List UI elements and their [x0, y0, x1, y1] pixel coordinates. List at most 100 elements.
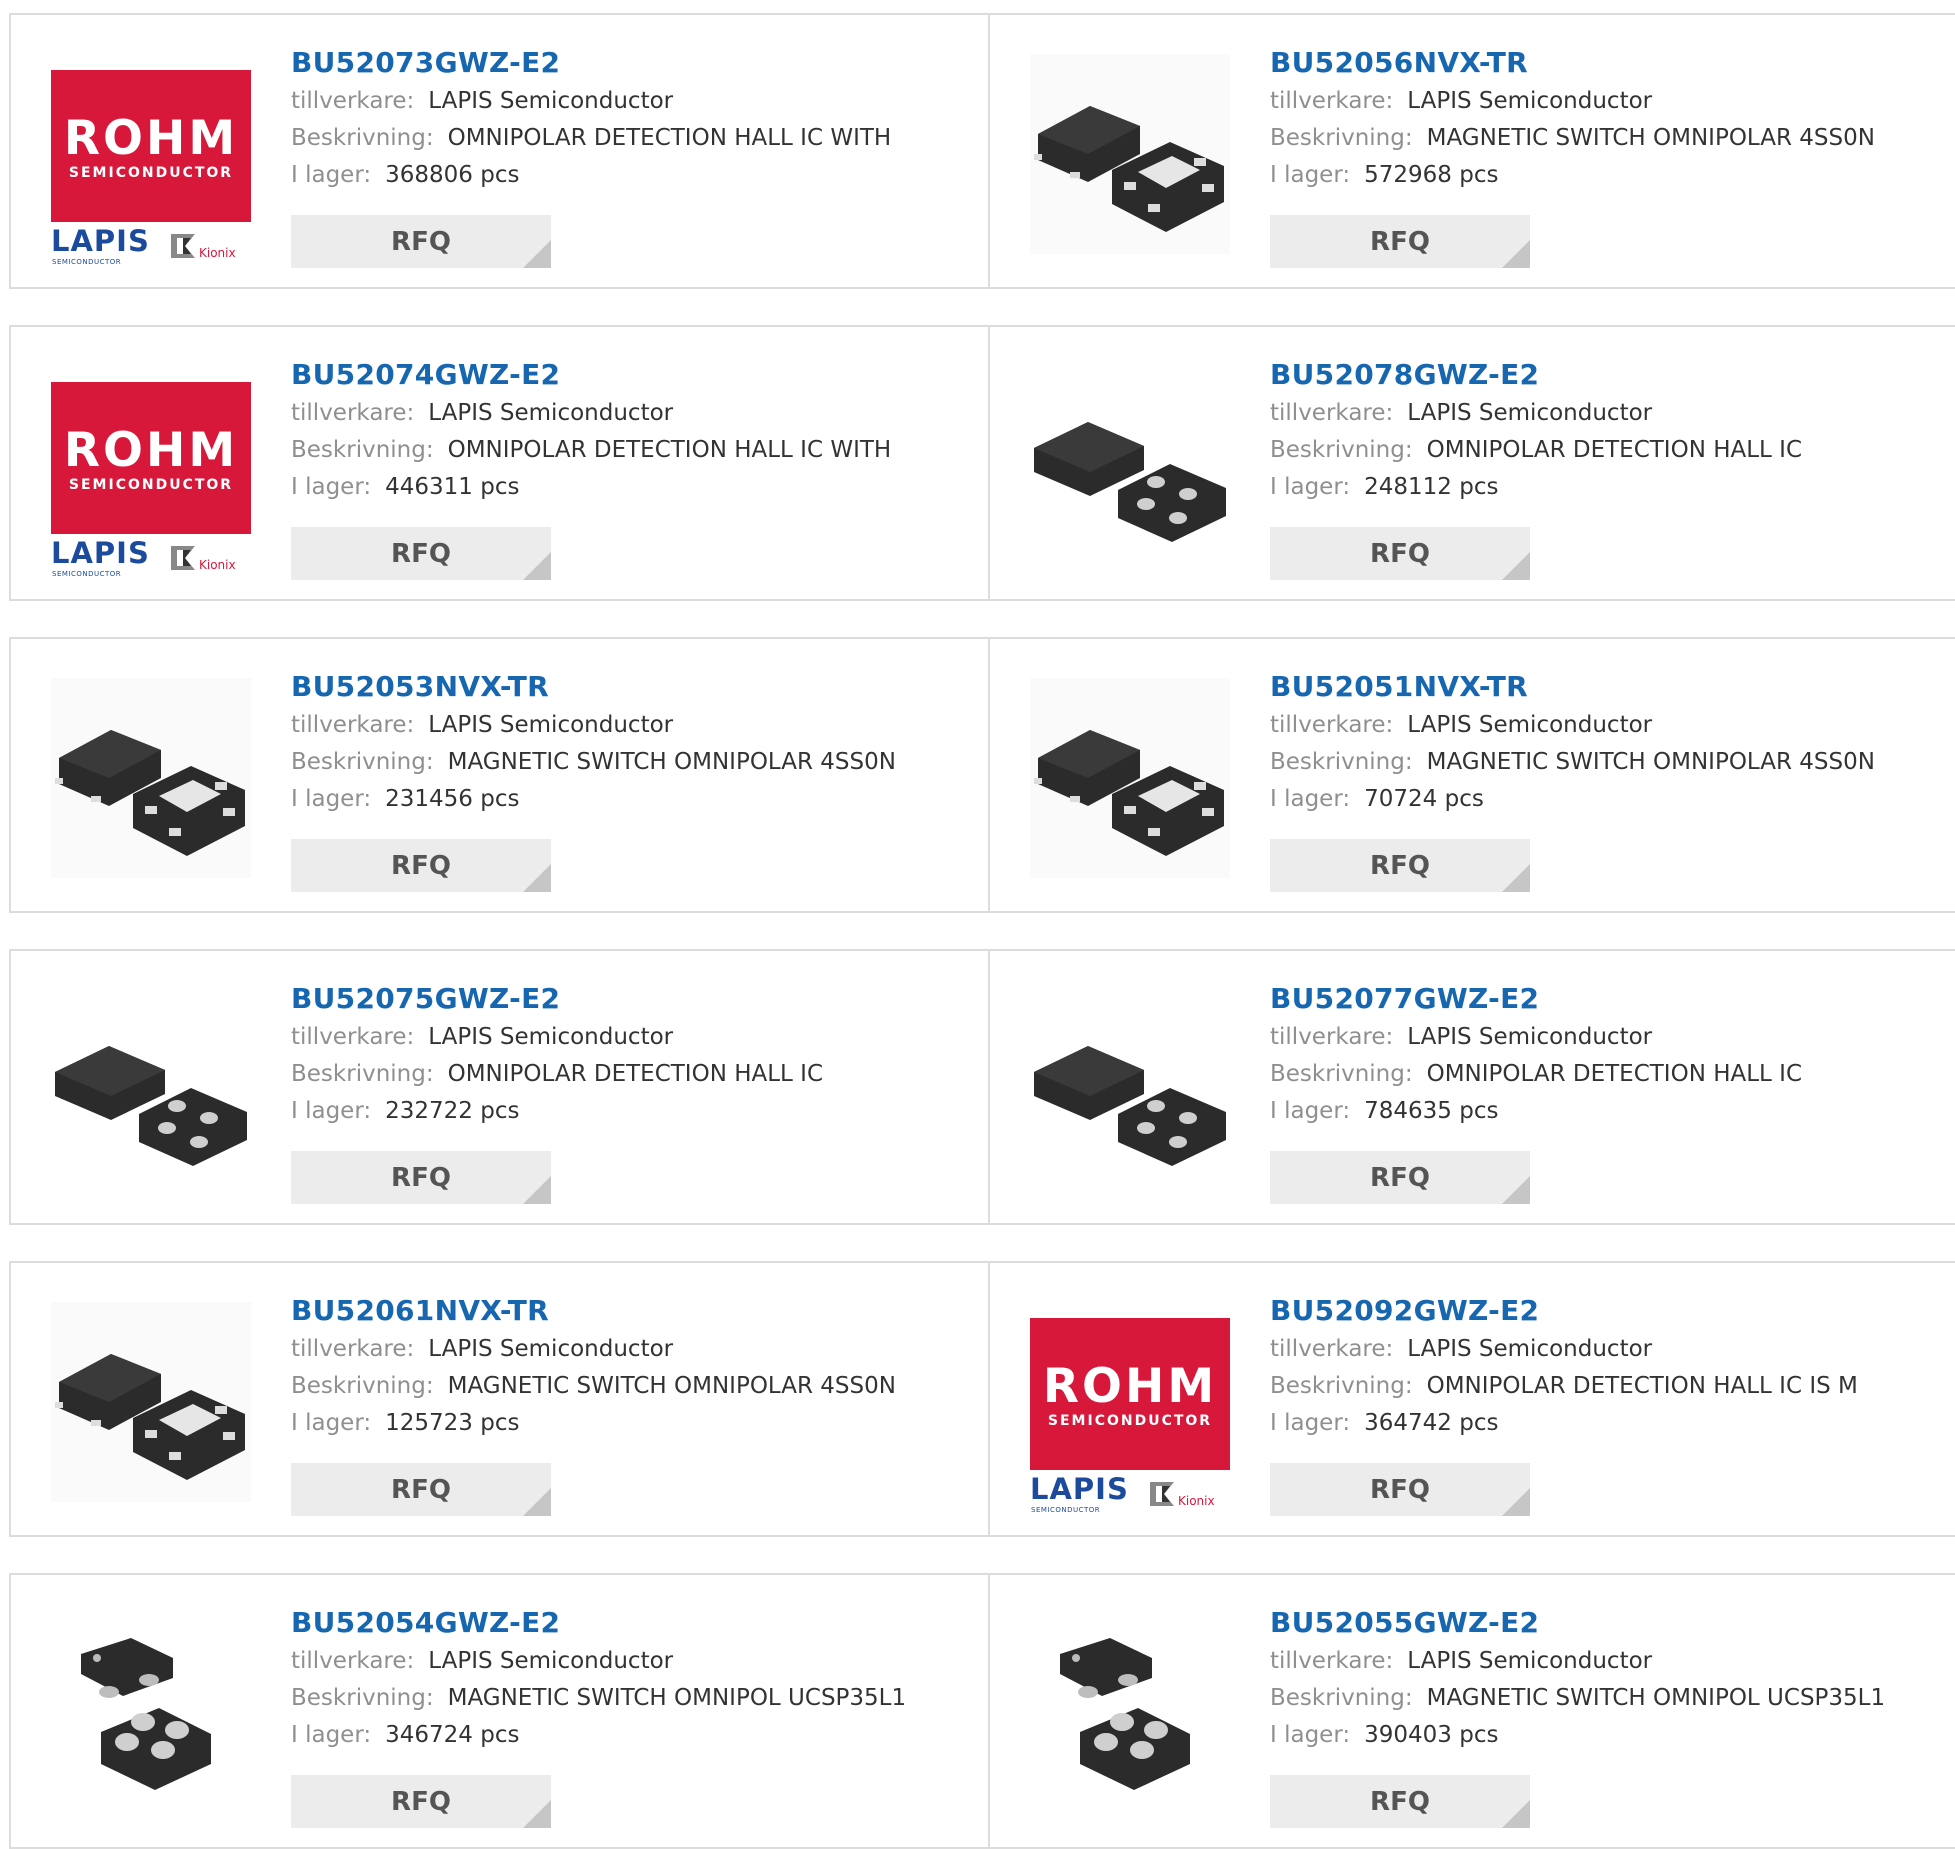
- product-thumbnail[interactable]: ROHM SEMICONDUCTOR LAPIS SEMICONDUCTOR K…: [51, 54, 251, 266]
- product-info: BU52055GWZ-E2 tillverkare: LAPIS Semicond…: [1270, 1603, 1950, 1754]
- logo-kionix: Kionix: [199, 558, 236, 572]
- part-number-link[interactable]: BU52061NVX-TR: [291, 1291, 971, 1331]
- stock-line: I lager: 346724 pcs: [291, 1717, 971, 1754]
- product-card: BU52055GWZ-E2 tillverkare: LAPIS Semicond…: [990, 1575, 1955, 1847]
- product-image-icon[interactable]: [51, 678, 251, 882]
- rfq-button[interactable]: RFQ: [1270, 1463, 1530, 1516]
- product-image-icon[interactable]: [51, 990, 251, 1194]
- description-value: MAGNETIC SWITCH OMNIPOLAR 4SS0N: [447, 1373, 896, 1399]
- product-image-icon[interactable]: [1030, 678, 1230, 882]
- product-thumbnail[interactable]: [51, 1302, 251, 1502]
- rfq-button[interactable]: RFQ: [1270, 1151, 1530, 1204]
- description-label: Beskrivning:: [291, 437, 434, 463]
- description-line: Beskrivning: OMNIPOLAR DETECTION HALL IC …: [291, 432, 971, 469]
- part-number-link[interactable]: BU52056NVX-TR: [1270, 43, 1950, 83]
- product-thumbnail[interactable]: [51, 678, 251, 878]
- product-thumbnail[interactable]: [51, 1614, 251, 1814]
- product-thumbnail[interactable]: [1030, 678, 1230, 878]
- rfq-button[interactable]: RFQ: [1270, 215, 1530, 268]
- product-card: ROHM SEMICONDUCTOR LAPIS SEMICONDUCTOR K…: [990, 1263, 1955, 1535]
- part-number-link[interactable]: BU52092GWZ-E2: [1270, 1291, 1950, 1331]
- manufacturer-value: LAPIS Semiconductor: [428, 1024, 674, 1050]
- part-number-link[interactable]: BU52075GWZ-E2: [291, 979, 971, 1019]
- rfq-label: RFQ: [1370, 1474, 1430, 1505]
- stock-label: I lager:: [1270, 162, 1351, 188]
- manufacturer-line: tillverkare: LAPIS Semiconductor: [1270, 1331, 1950, 1368]
- description-line: Beskrivning: MAGNETIC SWITCH OMNIPOL UCSP…: [291, 1680, 971, 1717]
- stock-line: I lager: 248112 pcs: [1270, 469, 1950, 506]
- stock-label: I lager:: [1270, 1098, 1351, 1124]
- description-label: Beskrivning:: [1270, 1061, 1413, 1087]
- stock-value: 390403 pcs: [1364, 1722, 1499, 1748]
- stock-value: 70724 pcs: [1364, 786, 1484, 812]
- manufacturer-value: LAPIS Semiconductor: [428, 88, 674, 114]
- rfq-button[interactable]: RFQ: [1270, 839, 1530, 892]
- description-line: Beskrivning: MAGNETIC SWITCH OMNIPOLAR 4S…: [291, 1368, 971, 1405]
- product-thumbnail[interactable]: [1030, 366, 1230, 566]
- product-image-icon[interactable]: [51, 1302, 251, 1506]
- product-card: BU52054GWZ-E2 tillverkare: LAPIS Semicond…: [11, 1575, 987, 1847]
- description-line: Beskrivning: OMNIPOLAR DETECTION HALL IC: [1270, 1056, 1950, 1093]
- product-image-icon[interactable]: [1030, 366, 1230, 570]
- part-number-link[interactable]: BU52051NVX-TR: [1270, 667, 1950, 707]
- description-value: OMNIPOLAR DETECTION HALL IC WITH: [447, 437, 892, 463]
- part-number-link[interactable]: BU52074GWZ-E2: [291, 355, 971, 395]
- product-thumbnail[interactable]: [1030, 1614, 1230, 1814]
- stock-label: I lager:: [291, 1098, 372, 1124]
- rfq-label: RFQ: [391, 538, 451, 569]
- stock-line: I lager: 446311 pcs: [291, 469, 971, 506]
- rfq-label: RFQ: [1370, 538, 1430, 569]
- rfq-button[interactable]: RFQ: [291, 1463, 551, 1516]
- rfq-button[interactable]: RFQ: [291, 215, 551, 268]
- manufacturer-label: tillverkare:: [1270, 1024, 1394, 1050]
- rfq-button[interactable]: RFQ: [1270, 527, 1530, 580]
- part-number-link[interactable]: BU52054GWZ-E2: [291, 1603, 971, 1643]
- part-number-link[interactable]: BU52078GWZ-E2: [1270, 355, 1950, 395]
- manufacturer-line: tillverkare: LAPIS Semiconductor: [1270, 83, 1950, 120]
- rfq-button[interactable]: RFQ: [291, 1775, 551, 1828]
- manufacturer-value: LAPIS Semiconductor: [1407, 1336, 1653, 1362]
- rfq-button[interactable]: RFQ: [291, 1151, 551, 1204]
- stock-label: I lager:: [291, 474, 372, 500]
- manufacturer-label: tillverkare:: [1270, 1648, 1394, 1674]
- product-thumbnail[interactable]: ROHM SEMICONDUCTOR LAPIS SEMICONDUCTOR K…: [1030, 1302, 1230, 1514]
- product-thumbnail[interactable]: [1030, 990, 1230, 1190]
- description-line: Beskrivning: MAGNETIC SWITCH OMNIPOL UCSP…: [1270, 1680, 1950, 1717]
- stock-line: I lager: 368806 pcs: [291, 157, 971, 194]
- manufacturer-value: LAPIS Semiconductor: [428, 400, 674, 426]
- product-row: BU52061NVX-TR tillverkare: LAPIS Semicond…: [9, 1261, 1955, 1537]
- part-number-link[interactable]: BU52073GWZ-E2: [291, 43, 971, 83]
- description-label: Beskrivning:: [291, 1373, 434, 1399]
- description-label: Beskrivning:: [291, 1061, 434, 1087]
- manufacturer-value: LAPIS Semiconductor: [1407, 88, 1653, 114]
- description-line: Beskrivning: OMNIPOLAR DETECTION HALL IC …: [1270, 1368, 1950, 1405]
- rohm-logo: ROHM SEMICONDUCTOR: [1030, 1318, 1230, 1470]
- rfq-label: RFQ: [1370, 1162, 1430, 1193]
- product-row: ROHM SEMICONDUCTOR LAPIS SEMICONDUCTOR K…: [9, 13, 1955, 289]
- product-image-icon[interactable]: [51, 1614, 251, 1818]
- product-thumbnail[interactable]: [1030, 54, 1230, 254]
- logo-lapis: LAPIS: [1030, 1472, 1129, 1506]
- logo-lapis-sub: SEMICONDUCTOR: [1031, 1506, 1101, 1514]
- part-number-link[interactable]: BU52077GWZ-E2: [1270, 979, 1950, 1019]
- product-row: ROHM SEMICONDUCTOR LAPIS SEMICONDUCTOR K…: [9, 325, 1955, 601]
- stock-value: 572968 pcs: [1364, 162, 1499, 188]
- product-image-icon[interactable]: [1030, 1614, 1230, 1818]
- rfq-button[interactable]: RFQ: [291, 527, 551, 580]
- logo-lapis: LAPIS: [51, 224, 150, 258]
- product-image-icon[interactable]: [1030, 54, 1230, 258]
- description-value: OMNIPOLAR DETECTION HALL IC: [447, 1061, 824, 1087]
- part-number-link[interactable]: BU52055GWZ-E2: [1270, 1603, 1950, 1643]
- description-label: Beskrivning:: [1270, 749, 1413, 775]
- rfq-button[interactable]: RFQ: [291, 839, 551, 892]
- manufacturer-value: LAPIS Semiconductor: [428, 1648, 674, 1674]
- product-thumbnail[interactable]: [51, 990, 251, 1190]
- manufacturer-value: LAPIS Semiconductor: [428, 712, 674, 738]
- part-number-link[interactable]: BU52053NVX-TR: [291, 667, 971, 707]
- product-thumbnail[interactable]: ROHM SEMICONDUCTOR LAPIS SEMICONDUCTOR K…: [51, 366, 251, 578]
- logo-lapis: LAPIS: [51, 536, 150, 570]
- description-label: Beskrivning:: [1270, 125, 1413, 151]
- manufacturer-line: tillverkare: LAPIS Semiconductor: [1270, 707, 1950, 744]
- rfq-button[interactable]: RFQ: [1270, 1775, 1530, 1828]
- product-image-icon[interactable]: [1030, 990, 1230, 1194]
